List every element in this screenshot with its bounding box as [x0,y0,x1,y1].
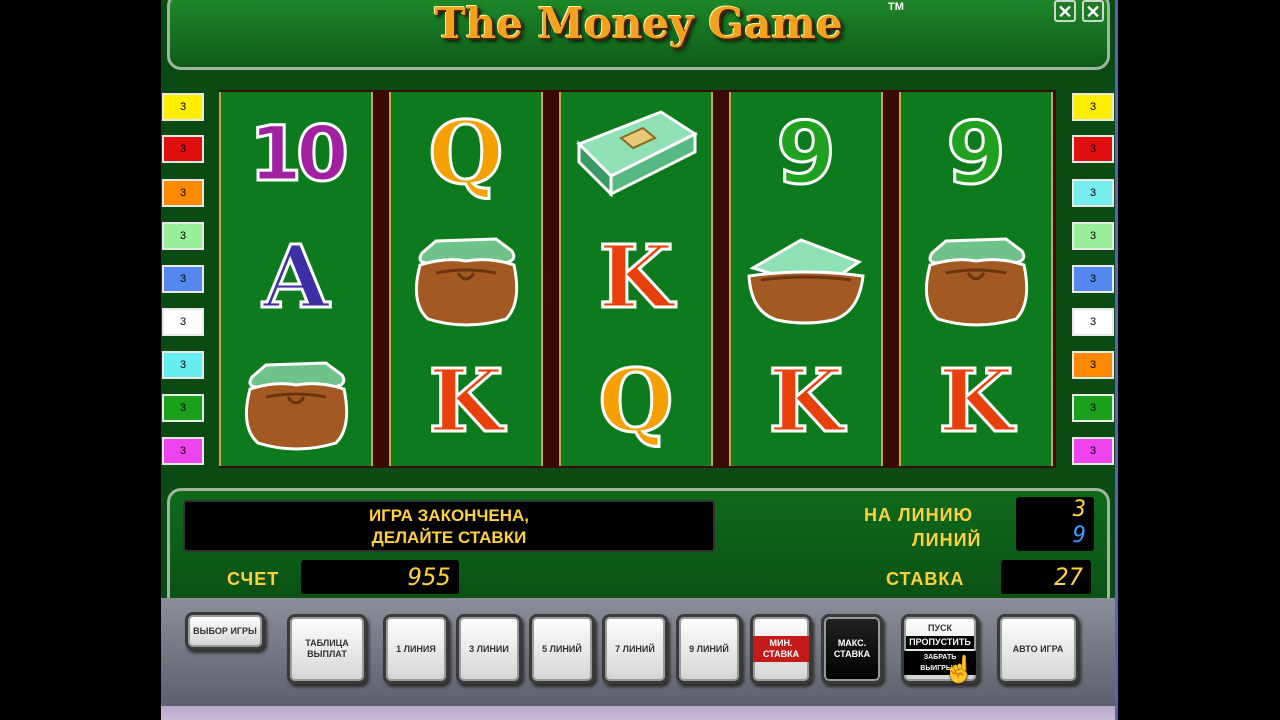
status-message-line2: ДЕЛАЙТЕ СТАВКИ [371,528,527,547]
symbol-letter: Q [427,103,505,204]
left-line-indicator: 3 [162,135,204,163]
left-line-indicator: 3 [162,437,204,465]
lines-label: ЛИНИЙ [912,530,982,550]
game-title: The Money Game [434,0,843,48]
reel-symbol: K [561,216,711,340]
header-panel: The Money Game TM ✕ ✕ [167,0,1110,70]
line5-label: 5 ЛИНИЙ [542,643,582,654]
right-line-indicator: 3 [1072,265,1114,293]
credit-label: СЧЕТ [227,569,280,589]
symbol-letter: Q [597,351,675,452]
reel-symbol: K [731,340,881,464]
symbol-letter: 9 [945,104,1008,204]
left-line-indicator: 3 [162,351,204,379]
reel: 9K [729,92,883,466]
per-line-value: 3 [1072,497,1086,522]
line9-label: 9 ЛИНИЙ [689,643,729,654]
line3-label: 3 ЛИНИИ [469,643,509,654]
reel-symbol: Q [391,92,541,216]
game-frame: The Money Game TM ✕ ✕ 333333333 33333333… [161,0,1116,720]
right-line-indicator: 3 [1072,135,1114,163]
min-bet-label: МИН. СТАВКА [753,636,809,662]
reel-symbol: Q [561,340,711,464]
right-line-indicator: 3 [1072,179,1114,207]
left-line-indicator: 3 [162,308,204,336]
reel-symbol: A [221,216,371,340]
symbol-letter: K [937,351,1015,452]
close-button[interactable]: ✕ [1082,0,1104,22]
per-line-label: НА ЛИНИЮ [864,505,974,525]
reel-symbol: K [391,340,541,464]
symbol-letter: A [261,227,331,328]
line9-button[interactable]: 9 ЛИНИЙ [676,614,742,684]
right-line-indicator: 3 [1072,93,1114,121]
max-bet-label: МАКС. СТАВКА [833,638,871,659]
money-bag-icon [221,340,371,464]
left-line-indicator: 3 [162,179,204,207]
line3-button[interactable]: 3 ЛИНИИ [456,614,522,684]
auto-play-button[interactable]: АВТО ИГРА [997,614,1079,684]
reel-symbol: 10 [221,92,371,216]
line5-button[interactable]: 5 ЛИНИЙ [529,614,595,684]
min-bet-button[interactable]: МИН. СТАВКА [750,614,812,684]
money-bag-icon [391,216,541,340]
line7-label: 7 ЛИНИЙ [615,643,655,654]
left-line-indicator: 3 [162,93,204,121]
lines-value: 9 [1072,523,1086,548]
reel: KQ [559,92,713,466]
start-label: ПУСК [927,623,953,633]
trademark: TM [888,1,904,13]
reel-symbol: 9 [731,92,881,216]
left-line-indicator: 3 [162,265,204,293]
right-line-indicator: 3 [1072,222,1114,250]
paytable-button[interactable]: ТАБЛИЦА ВЫПЛАТ [287,614,367,684]
bet-label: СТАВКА [886,569,965,589]
symbol-letter: K [597,227,675,328]
credit-value: 955 [301,560,459,594]
bet-value: 27 [1001,560,1091,594]
money-bag-icon [901,216,1051,340]
reel-symbol: K [901,340,1051,464]
max-bet-button[interactable]: МАКС. СТАВКА [821,614,883,684]
right-line-indicator: 3 [1072,308,1114,336]
symbol-letter: 10 [248,109,351,198]
skip-label: ПРОПУСТИТЬ [906,636,974,649]
select-game-label: ВЫБОР ИГРЫ [193,625,257,636]
right-line-indicator: 3 [1072,351,1114,379]
line1-button[interactable]: 1 ЛИНИЯ [383,614,449,684]
status-message-line1: ИГРА ЗАКОНЧЕНА, [368,506,530,525]
right-line-indicator: 3 [1072,437,1114,465]
select-game-button[interactable]: ВЫБОР ИГРЫ [185,612,265,650]
hand-cursor-icon: ☝ [943,654,976,684]
symbol-letter: 9 [775,104,838,204]
left-line-indicator: 3 [162,394,204,422]
cash-bundle-icon [561,92,711,216]
reel: QK [389,92,543,466]
right-edge [1115,0,1118,720]
line7-button[interactable]: 7 ЛИНИЙ [602,614,668,684]
bottom-strip [161,706,1116,720]
lines-display: 3 9 [1016,497,1094,551]
reel: 10 A [219,92,373,466]
right-line-indicator: 3 [1072,394,1114,422]
line1-label: 1 ЛИНИЯ [396,643,436,654]
symbol-letter: K [427,351,505,452]
left-line-indicator: 3 [162,222,204,250]
minimize-button[interactable]: ✕ [1054,0,1076,22]
reel: 9K [899,92,1053,466]
auto-play-label: АВТО ИГРА [1012,643,1064,654]
wallet-icon [731,216,881,340]
reel-symbol: 9 [901,92,1051,216]
paytable-label: ТАБЛИЦА ВЫПЛАТ [305,638,349,659]
status-message: ИГРА ЗАКОНЧЕНА, ДЕЛАЙТЕ СТАВКИ [183,500,715,552]
symbol-letter: K [767,351,845,452]
